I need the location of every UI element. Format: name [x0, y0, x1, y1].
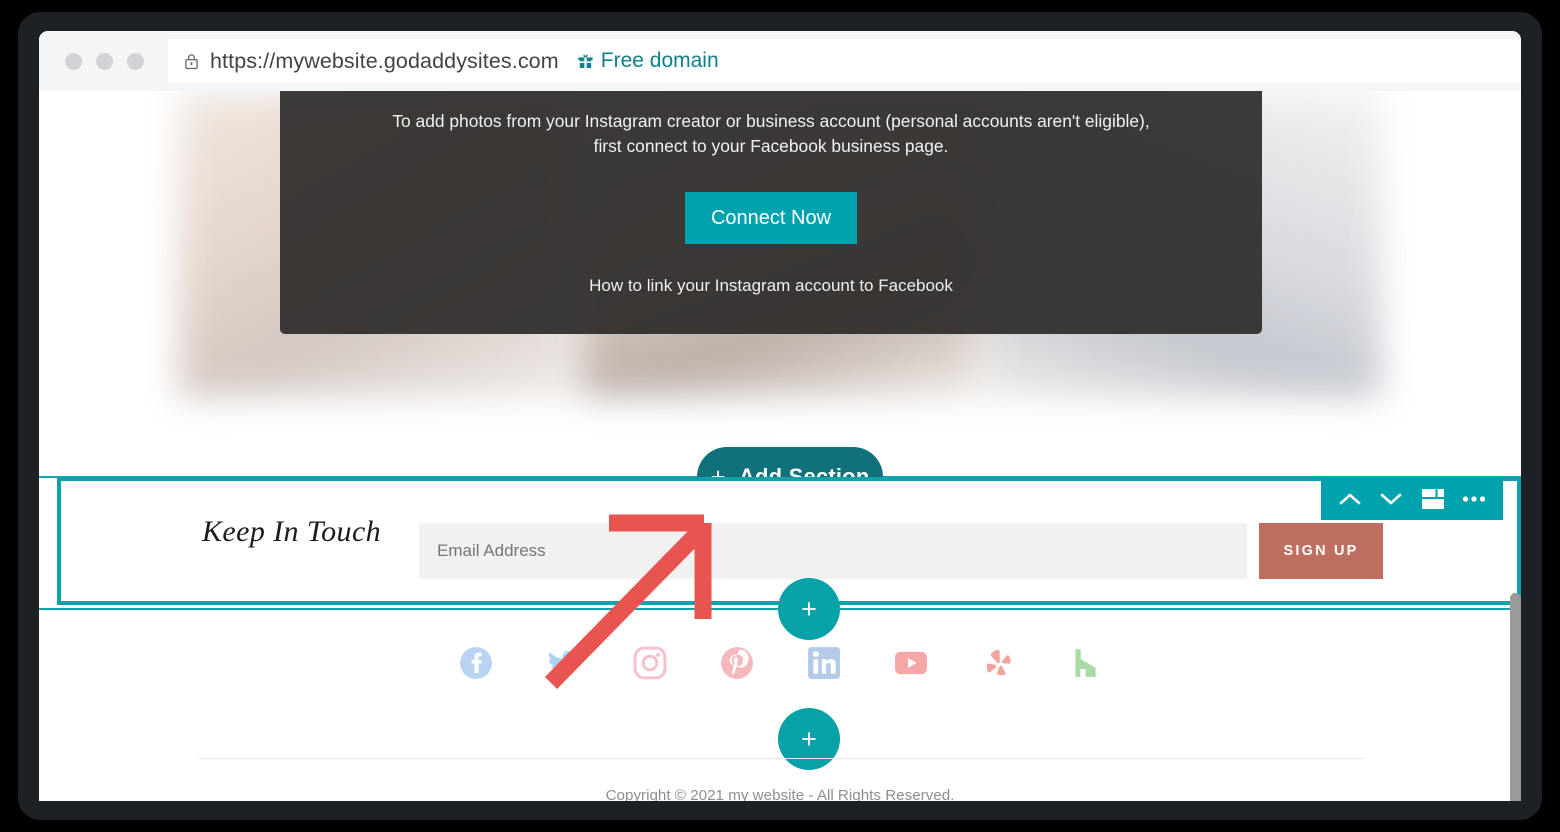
free-domain-link[interactable]: Free domain — [601, 49, 719, 73]
site-editor-viewport: To add photos from your Instagram creato… — [39, 91, 1521, 801]
minimize-window-dot[interactable] — [96, 52, 113, 70]
url-text: https://mywebsite.godaddysites.com — [210, 48, 559, 73]
instagram-connect-message: To add photos from your Instagram creato… — [392, 111, 1150, 156]
section-toolbar — [1321, 477, 1503, 520]
section-more-options-icon[interactable] — [1456, 481, 1492, 517]
add-section-below-social-button[interactable]: + — [778, 708, 840, 770]
section-layout-icon[interactable] — [1415, 481, 1451, 517]
instagram-icon[interactable] — [633, 646, 667, 680]
email-address-input[interactable] — [419, 523, 1247, 579]
facebook-icon[interactable] — [459, 646, 493, 680]
move-section-up-icon[interactable] — [1332, 481, 1368, 517]
move-section-down-icon[interactable] — [1373, 481, 1409, 517]
linkedin-icon[interactable] — [807, 646, 841, 680]
lock-icon — [185, 53, 198, 69]
maximize-window-dot[interactable] — [127, 52, 144, 70]
instagram-connect-overlay: To add photos from your Instagram creato… — [280, 91, 1262, 334]
twitter-icon[interactable] — [546, 646, 580, 680]
yelp-icon[interactable] — [981, 646, 1015, 680]
youtube-icon[interactable] — [894, 646, 928, 680]
browser-window-frame: https://mywebsite.godaddysites.com Free … — [18, 12, 1542, 820]
social-links-row — [39, 646, 1521, 680]
close-window-dot[interactable] — [65, 52, 82, 70]
add-section-above-footer-button[interactable]: + — [778, 578, 840, 640]
houzz-icon[interactable] — [1068, 646, 1102, 680]
browser-chrome: https://mywebsite.godaddysites.com Free … — [39, 31, 1521, 91]
address-bar[interactable]: https://mywebsite.godaddysites.com Free … — [168, 39, 1521, 83]
gift-icon — [578, 54, 593, 69]
pinterest-icon[interactable] — [720, 646, 754, 680]
vertical-scrollbar[interactable] — [1510, 593, 1521, 801]
sign-up-button[interactable]: SIGN UP — [1259, 523, 1383, 579]
footer-divider — [198, 758, 1364, 759]
keep-in-touch-heading: Keep In Touch — [202, 515, 382, 548]
connect-now-button[interactable]: Connect Now — [685, 192, 857, 244]
instagram-help-link[interactable]: How to link your Instagram account to Fa… — [280, 276, 1262, 296]
window-traffic-lights — [65, 52, 144, 70]
copyright-text: Copyright © 2021 my website - All Rights… — [605, 787, 955, 801]
browser-window: https://mywebsite.godaddysites.com Free … — [39, 31, 1521, 801]
